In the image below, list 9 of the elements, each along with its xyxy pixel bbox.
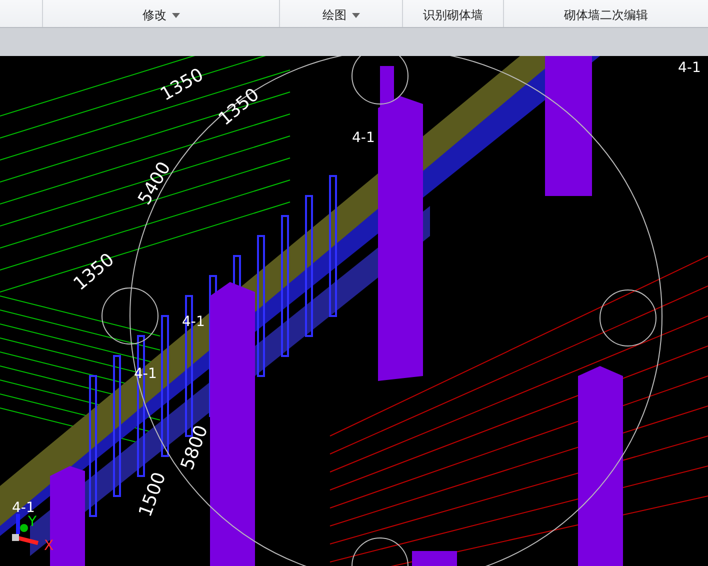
ribbon-group-label[interactable]: 绘图	[320, 7, 362, 24]
axis-label: 4-1	[352, 130, 375, 146]
ribbon-group-label[interactable]: 识别砌体墙	[421, 7, 485, 24]
axis-label: 4-1	[678, 60, 701, 76]
dimension-label: 1500	[134, 469, 170, 520]
ribbon-group-label[interactable]: 修改	[140, 7, 182, 24]
ribbon-group-label[interactable]: 砌体墙二次编辑	[562, 7, 650, 24]
axis-gizmo-drawing	[12, 514, 38, 545]
dimension-label: 5800	[176, 422, 212, 473]
